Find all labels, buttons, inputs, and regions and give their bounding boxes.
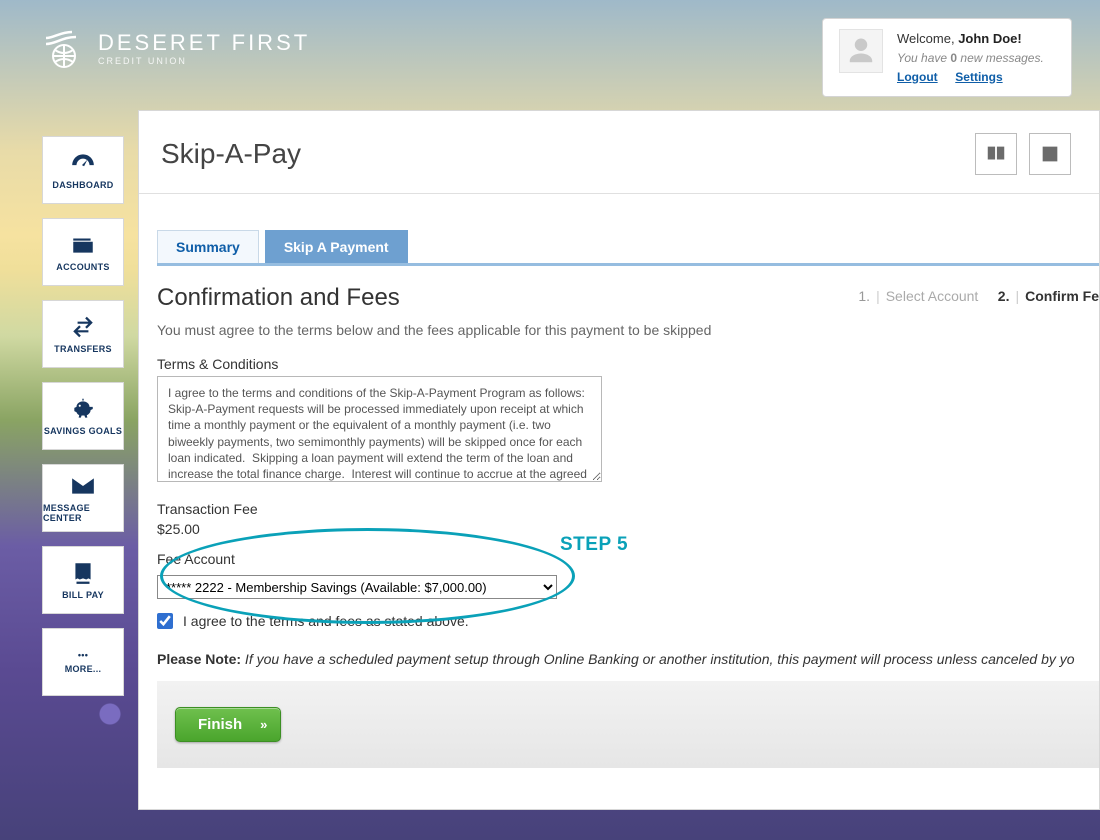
welcome-greeting: Welcome,	[897, 31, 955, 46]
logout-link[interactable]: Logout	[897, 70, 938, 84]
tab-skip-payment[interactable]: Skip A Payment	[265, 230, 408, 263]
bill-icon	[70, 560, 96, 586]
terms-label: Terms & Conditions	[157, 356, 1099, 372]
nav-dashboard[interactable]: DASHBOARD	[42, 136, 124, 204]
more-dots-icon: •••	[78, 650, 88, 660]
piggy-icon	[70, 396, 96, 422]
transaction-fee-label: Transaction Fee	[157, 501, 1099, 517]
book-icon	[985, 143, 1007, 165]
brand-name: DESERET FIRST	[98, 30, 310, 56]
user-icon	[846, 36, 876, 66]
fee-account-select[interactable]: ***** 2222 - Membership Savings (Availab…	[157, 575, 557, 599]
terms-textarea[interactable]: I agree to the terms and conditions of t…	[157, 376, 602, 482]
nav-accounts[interactable]: ACCOUNTS	[42, 218, 124, 286]
header-action-2[interactable]	[1029, 133, 1071, 175]
message-count: 0	[950, 51, 957, 65]
chevron-right-icon: »	[260, 717, 264, 732]
brand-sub: CREDIT UNION	[98, 56, 310, 66]
header-action-1[interactable]	[975, 133, 1017, 175]
please-note: Please Note: If you have a scheduled pay…	[157, 651, 1099, 667]
finish-button[interactable]: Finish »	[175, 707, 281, 742]
agree-checkbox[interactable]	[157, 613, 173, 629]
welcome-user: John Doe!	[958, 31, 1022, 46]
envelope-icon	[70, 473, 96, 499]
brand-logo: DESERET FIRST CREDIT UNION	[40, 24, 310, 72]
tab-summary[interactable]: Summary	[157, 230, 259, 263]
main-panel: Skip-A-Pay Summary Skip A Payment 1.|Sel…	[138, 110, 1100, 810]
news-icon	[1039, 143, 1061, 165]
transaction-fee-amount: $25.00	[157, 521, 1099, 537]
nav-bill-pay[interactable]: BILL PAY	[42, 546, 124, 614]
page-title: Skip-A-Pay	[161, 138, 301, 170]
fee-account-label: Fee Account	[157, 551, 1099, 567]
settings-link[interactable]: Settings	[955, 70, 1002, 84]
nav-savings-goals[interactable]: SAVINGS GOALS	[42, 382, 124, 450]
nav-more[interactable]: ••• MORE...	[42, 628, 124, 696]
avatar	[839, 29, 883, 73]
tab-bar: Summary Skip A Payment	[157, 230, 1099, 266]
nav-message-center[interactable]: MESSAGE CENTER	[42, 464, 124, 532]
logo-icon	[40, 24, 88, 72]
gauge-icon	[70, 150, 96, 176]
agree-label[interactable]: I agree to the terms and fees as stated …	[183, 613, 469, 629]
section-subtext: You must agree to the terms below and th…	[157, 322, 1099, 338]
welcome-panel: Welcome, John Doe! You have 0 new messag…	[822, 18, 1072, 97]
nav-transfers[interactable]: TRANSFERS	[42, 300, 124, 368]
wallet-icon	[70, 232, 96, 258]
side-nav: DASHBOARD ACCOUNTS TRANSFERS SAVINGS GOA…	[42, 136, 124, 696]
step-indicator: 1.|Select Account 2.|Confirm Fe	[858, 288, 1099, 304]
transfer-icon	[70, 314, 96, 340]
